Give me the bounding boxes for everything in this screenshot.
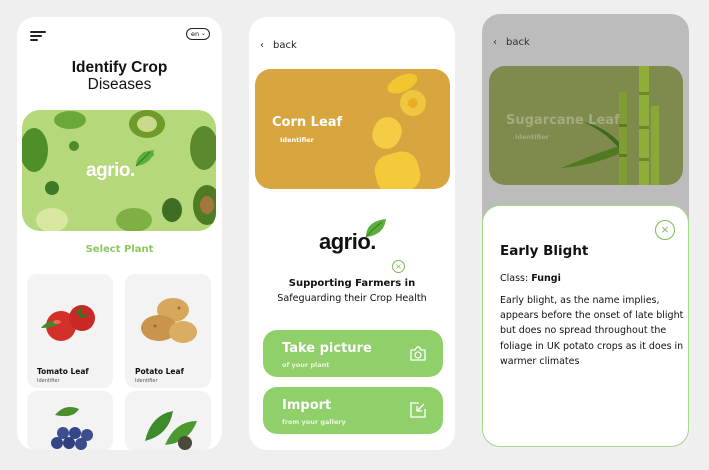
disease-class: Class: Fungi	[500, 273, 561, 284]
tea-leaf-image	[145, 411, 197, 450]
take-picture-button[interactable]: Take picture of your plant	[263, 330, 443, 377]
back-label: back	[273, 40, 297, 51]
disease-info-sheet: × Early Blight Class: Fungi Early blight…	[482, 205, 689, 447]
page-title: Identify Crop Diseases	[17, 59, 222, 93]
take-picture-sub: of your plant	[282, 361, 330, 369]
back-button[interactable]: ‹ back	[493, 37, 530, 48]
back-button[interactable]: ‹ back	[260, 40, 297, 51]
leaf-logo-icon	[365, 219, 386, 238]
grape-image	[51, 407, 93, 450]
plant-card-tea[interactable]	[125, 391, 211, 450]
plant-subtitle: Identifier	[37, 378, 60, 384]
take-picture-label: Take picture	[282, 341, 372, 356]
plant-card-tomato[interactable]: Tomato Leaf Identifier	[27, 274, 113, 388]
tagline: Supporting Farmers in Safeguarding their…	[249, 276, 455, 306]
plant-card-grape[interactable]	[27, 391, 113, 450]
camera-icon	[410, 346, 426, 361]
agrio-logo: agrio.	[86, 160, 135, 181]
tagline-text: Safeguarding their Crop Health	[277, 293, 427, 304]
plant-select-screen: en ⌄ Identify Crop Diseases agrio. Selec	[17, 17, 222, 450]
back-label: back	[506, 37, 530, 48]
language-label: en	[191, 30, 200, 38]
plant-card-potato[interactable]: Potato Leaf Identifier	[125, 274, 211, 388]
chevron-down-icon: ⌄	[200, 30, 206, 37]
chevron-left-icon: ‹	[260, 40, 264, 51]
import-icon	[410, 402, 426, 418]
card-subtitle: Identifier	[280, 136, 314, 144]
hero-banner: agrio.	[22, 110, 216, 231]
close-icon[interactable]: ×	[655, 220, 675, 240]
title-line-1: Identify Crop	[71, 59, 168, 76]
corn-leaf-card: Corn Leaf Identifier	[255, 69, 450, 189]
leaf-logo-icon	[135, 150, 154, 167]
plant-subtitle: Identifier	[135, 378, 158, 384]
potato-image	[141, 298, 197, 343]
tagline-bold: Supporting Farmers in	[288, 278, 416, 289]
plant-name: Tomato Leaf	[37, 367, 89, 376]
sugarcane-leaf-card: Sugarcane Leaf Identifier	[489, 66, 683, 185]
tomato-image	[41, 305, 95, 341]
import-label: Import	[282, 398, 332, 413]
import-sub: from your gallery	[282, 418, 346, 426]
disease-title: Early Blight	[500, 243, 589, 259]
chevron-left-icon: ‹	[493, 37, 497, 48]
class-label: Class:	[500, 273, 529, 284]
hamburger-menu-icon[interactable]	[30, 31, 46, 41]
plant-name: Potato Leaf	[135, 367, 184, 376]
select-plant-heading: Select Plant	[85, 244, 154, 255]
import-button[interactable]: Import from your gallery	[263, 387, 443, 434]
card-title: Corn Leaf	[272, 115, 343, 130]
card-title: Sugarcane Leaf	[506, 113, 620, 128]
disease-detail-screen: ‹ back Sugarcane Leaf Identifier × Early …	[482, 14, 689, 447]
class-value: Fungi	[531, 273, 561, 284]
corn-identifier-screen: ‹ back Corn Leaf Identifier agrio. × Supp…	[249, 17, 455, 450]
card-subtitle: Identifier	[515, 133, 549, 141]
title-line-2: Diseases	[87, 76, 152, 93]
language-selector[interactable]: en ⌄	[186, 28, 210, 40]
close-icon[interactable]: ×	[392, 260, 405, 273]
disease-description: Early blight, as the name implies, appea…	[500, 295, 684, 367]
